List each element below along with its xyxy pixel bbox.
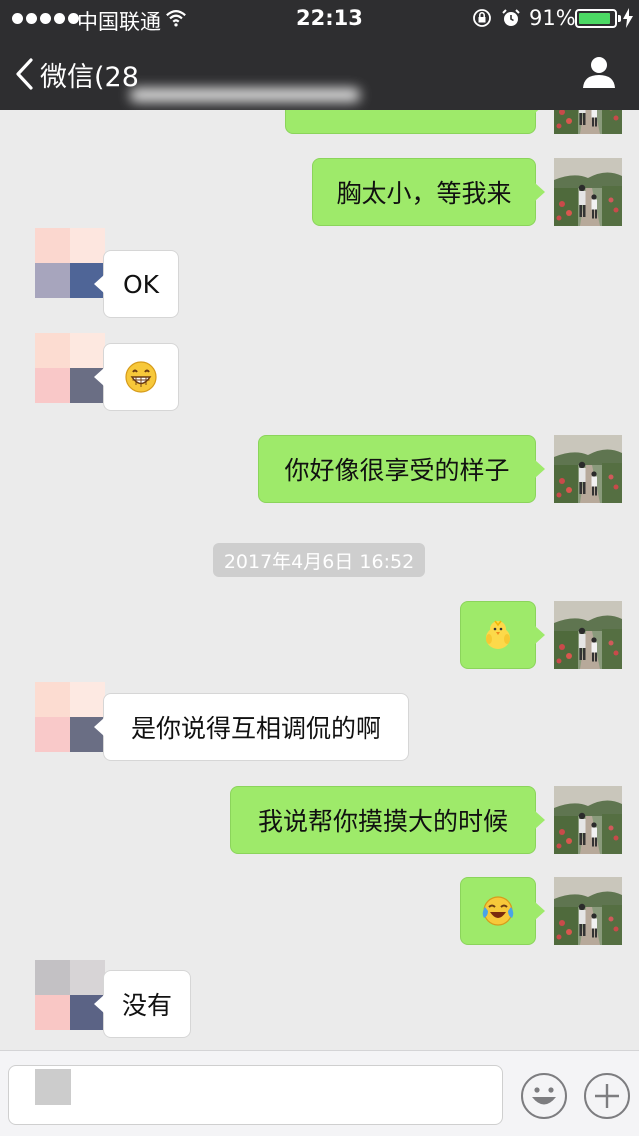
alarm-icon: [502, 9, 520, 26]
message-bubble[interactable]: 没有: [94, 970, 191, 1038]
battery-percent: 91%: [529, 6, 576, 30]
battery-tip: [618, 15, 621, 22]
orientation-lock-icon: [473, 9, 491, 27]
chick-icon: [486, 620, 510, 649]
message-bubble-partial[interactable]: [285, 110, 545, 134]
smiley-icon[interactable]: [520, 1072, 568, 1120]
message-bubble[interactable]: [94, 343, 179, 411]
message-input[interactable]: [8, 1065, 503, 1125]
person-icon[interactable]: [581, 54, 617, 90]
message-bubble[interactable]: [460, 601, 545, 669]
chat-area[interactable]: 胸太小，等我来 OK 你好像很享受的样子 2017年4月6日 16:52 是你说…: [0, 110, 639, 1050]
message-bubble[interactable]: 胸太小，等我来: [312, 158, 545, 226]
message-text: 胸太小，等我来: [336, 179, 512, 208]
charging-bolt-icon: [623, 8, 633, 28]
time-divider: 2017年4月6日 16:52: [213, 543, 425, 577]
message-text: 你好像很享受的样子: [284, 456, 510, 485]
message-bubble[interactable]: 是你说得互相调侃的啊: [94, 693, 409, 761]
message-text: 没有: [121, 991, 172, 1020]
status-bar: 中国联通 22:13 91%: [0, 0, 639, 38]
contact-avatar[interactable]: [35, 682, 105, 752]
message-bubble[interactable]: 你好像很享受的样子: [258, 435, 545, 503]
message-text: 我说帮你摸摸大的时候: [257, 807, 508, 836]
input-bar: [0, 1050, 639, 1136]
back-button[interactable]: 微信(28: [14, 52, 139, 96]
signal-dots-icon: [12, 13, 79, 24]
crying-laughing-face-icon: [482, 896, 514, 926]
carrier-name: 中国联通: [77, 10, 161, 34]
message-bubble[interactable]: OK: [94, 250, 179, 318]
wifi-icon: [166, 10, 186, 27]
blurred-content: [35, 1069, 71, 1105]
my-avatar[interactable]: [554, 110, 622, 134]
back-label: 微信(28: [40, 61, 139, 93]
my-avatar[interactable]: [554, 435, 622, 503]
grinning-face-icon: [125, 361, 157, 393]
chevron-left-icon: [16, 58, 33, 90]
status-time: 22:13: [296, 6, 363, 30]
my-avatar[interactable]: [554, 158, 622, 226]
my-avatar[interactable]: [554, 877, 622, 945]
message-bubble[interactable]: [460, 877, 545, 945]
message-text: OK: [122, 269, 160, 299]
my-avatar[interactable]: [554, 601, 622, 669]
plus-icon[interactable]: [583, 1072, 631, 1120]
battery-icon: [575, 9, 617, 28]
message-bubble[interactable]: 我说帮你摸摸大的时候: [230, 786, 545, 854]
message-text: 是你说得互相调侃的啊: [130, 714, 381, 743]
my-avatar[interactable]: [554, 786, 622, 854]
blurred-title: [130, 88, 360, 102]
nav-bar: 微信(28: [0, 38, 639, 110]
